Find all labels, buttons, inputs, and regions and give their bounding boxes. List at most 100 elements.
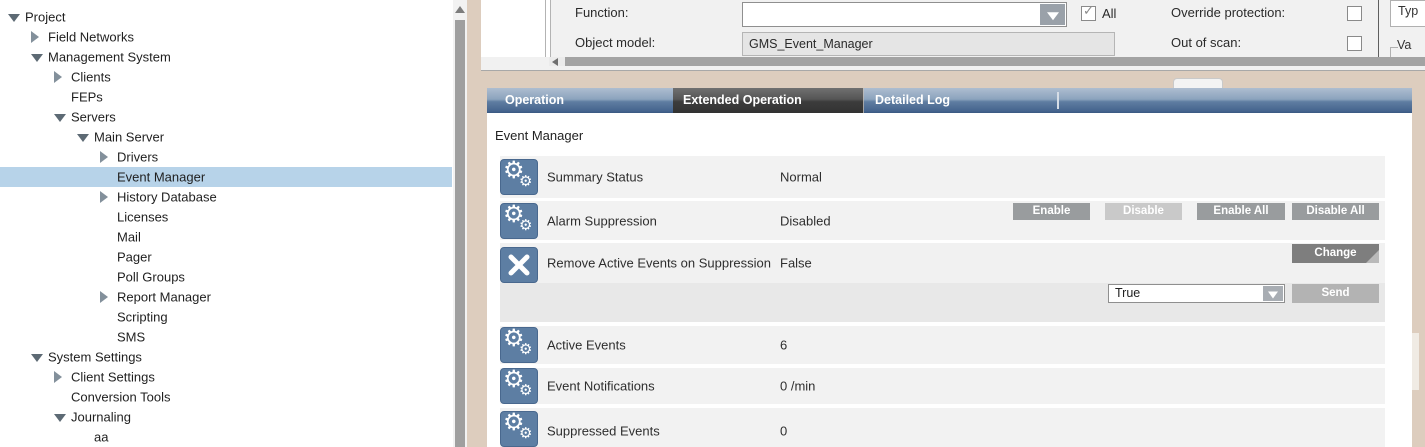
horizontal-scrollbar[interactable] (549, 57, 1425, 66)
collapse-arrow-icon[interactable] (54, 114, 66, 122)
tree-item-label: Field Networks (48, 30, 134, 45)
property-rows: ⚙⚙Summary StatusNormal⚙⚙Alarm Suppressio… (500, 113, 1385, 447)
all-checkbox[interactable]: ✓ (1081, 6, 1096, 21)
property-row-suppressed-events: ⚙⚙Suppressed Events0 (500, 408, 1385, 447)
tree-item-label: Poll Groups (117, 270, 185, 285)
property-value: Normal (780, 170, 822, 185)
tab-detailed-log[interactable]: Detailed Log (864, 88, 1050, 113)
fold-corner-icon (1366, 250, 1379, 263)
chevron-down-icon[interactable] (1263, 286, 1283, 301)
change-button[interactable]: Change (1292, 244, 1379, 263)
tree-item-label: Event Manager (117, 170, 205, 185)
tree-item-event-manager[interactable]: Event Manager (0, 167, 452, 187)
scroll-left-icon[interactable] (552, 58, 558, 66)
expand-arrow-icon[interactable] (54, 371, 62, 383)
expand-arrow-icon[interactable] (31, 31, 39, 43)
tree-item-drivers[interactable]: Drivers (0, 147, 452, 167)
gears-icon: ⚙⚙ (500, 411, 538, 447)
collapse-arrow-icon[interactable] (31, 54, 43, 62)
tree-scrollbar-thumb[interactable] (455, 20, 465, 447)
enable-all-button[interactable]: Enable All (1197, 203, 1285, 220)
enable-button[interactable]: Enable (1013, 203, 1090, 220)
tree-item-report-manager[interactable]: Report Manager (0, 287, 452, 307)
tab-bar: OperationExtended OperationDetailed Log (487, 88, 1412, 113)
disable-all-button[interactable]: Disable All (1292, 203, 1379, 220)
out-of-scan-checkbox[interactable] (1347, 36, 1362, 51)
collapse-arrow-icon[interactable] (54, 414, 66, 422)
tree-item-journaling[interactable]: Journaling (0, 407, 452, 427)
application-window: Project Field Networks Management System Cl… (0, 0, 1425, 447)
property-value: False (780, 256, 812, 271)
hscrollbar-thumb[interactable] (565, 57, 1425, 66)
tree-item-sms[interactable]: SMS (0, 327, 452, 347)
tab-operation[interactable]: Operation (487, 88, 673, 113)
tree-item-system-settings[interactable]: System Settings (0, 347, 452, 367)
tree-item-servers[interactable]: Servers (0, 107, 452, 127)
right-scrollbar-thumb[interactable] (1412, 333, 1419, 390)
tree-item-label: Project (25, 10, 65, 25)
property-row-active-events: ⚙⚙Active Events6 (500, 326, 1385, 364)
tree-item-label: Report Manager (117, 290, 211, 305)
tree-item-poll-groups[interactable]: Poll Groups (0, 267, 452, 287)
gear-icon: ⚙ (519, 174, 532, 189)
override-protection-checkbox[interactable] (1347, 6, 1362, 21)
property-value: 0 (780, 423, 787, 438)
vertical-splitter[interactable] (545, 0, 551, 57)
tab-extended-operation[interactable]: Extended Operation (673, 88, 864, 113)
extended-operation-panel: Event Manager ⚙⚙Summary StatusNormal⚙⚙Al… (487, 113, 1412, 447)
tree-item-label: Management System (48, 50, 171, 65)
override-protection-label: Override protection: (1171, 5, 1285, 20)
tree-item-history-database[interactable]: History Database (0, 187, 452, 207)
tree-item-conversion-tools[interactable]: Conversion Tools (0, 387, 452, 407)
tree-item-label: Journaling (71, 410, 131, 425)
disable-button[interactable]: Disable (1105, 203, 1182, 220)
properties-panel: Function: ✓ All Override protection: Obj… (481, 0, 1425, 71)
tree-item-management-system[interactable]: Management System (0, 47, 452, 67)
all-checkbox-label: All (1102, 6, 1116, 21)
tree-item-label: FEPs (71, 90, 103, 105)
tree-item-pager[interactable]: Pager (0, 247, 452, 267)
send-button[interactable]: Send (1292, 284, 1379, 303)
tree-item-label: History Database (117, 190, 217, 205)
expand-arrow-icon[interactable] (100, 191, 108, 203)
function-label: Function: (575, 5, 628, 20)
property-value: Disabled (780, 213, 831, 228)
property-row-event-notifications: ⚙⚙Event Notifications0 /min (500, 368, 1385, 404)
dropdown-arrow-icon (1047, 12, 1059, 20)
tree-item-clients[interactable]: Clients (0, 67, 452, 87)
collapse-arrow-icon[interactable] (77, 134, 89, 142)
tree-item-licenses[interactable]: Licenses (0, 207, 452, 227)
collapse-arrow-icon[interactable] (8, 14, 20, 22)
type-groupbox: Typ (1390, 0, 1425, 27)
tree-item-mail[interactable]: Mail (0, 227, 452, 247)
tree-item-scripting[interactable]: Scripting (0, 307, 452, 327)
property-row-upper-band: Remove Active Events on SuppressionFalse (500, 243, 1385, 283)
gears-icon: ⚙⚙ (500, 203, 538, 239)
gear-icon: ⚙ (519, 218, 532, 233)
property-label: Alarm Suppression (547, 213, 657, 228)
tree-item-label: Conversion Tools (71, 390, 170, 405)
tree-item-label: Main Server (94, 130, 164, 145)
tree-item-aa[interactable]: aa (0, 427, 452, 447)
expand-arrow-icon[interactable] (54, 71, 62, 83)
tree-scrollbar[interactable] (453, 0, 467, 447)
expand-arrow-icon[interactable] (100, 151, 108, 163)
scroll-up-icon[interactable] (455, 6, 465, 13)
tree-item-feps[interactable]: FEPs (0, 87, 452, 107)
tree-item-field-networks[interactable]: Field Networks (0, 27, 452, 47)
property-row-remove-active-events-on-suppression: Remove Active Events on SuppressionFalse… (500, 243, 1385, 322)
collapse-arrow-icon[interactable] (31, 354, 43, 362)
panel-collapse-handle[interactable] (1173, 78, 1223, 88)
value-dropdown[interactable]: True (1108, 284, 1285, 303)
tree-item-project[interactable]: Project (0, 7, 452, 27)
chevron-down-icon[interactable] (1040, 4, 1065, 25)
property-value: 0 /min (780, 379, 815, 394)
tree-item-client-settings[interactable]: Client Settings (0, 367, 452, 387)
function-combobox[interactable] (742, 2, 1067, 27)
expand-arrow-icon[interactable] (100, 291, 108, 303)
tree-item-main-server[interactable]: Main Server (0, 127, 452, 147)
tree-item-label: Drivers (117, 150, 158, 165)
dropdown-selected-value: True (1115, 286, 1140, 300)
gear-icon: ⚙ (519, 342, 532, 357)
remove-x-icon (500, 247, 538, 283)
